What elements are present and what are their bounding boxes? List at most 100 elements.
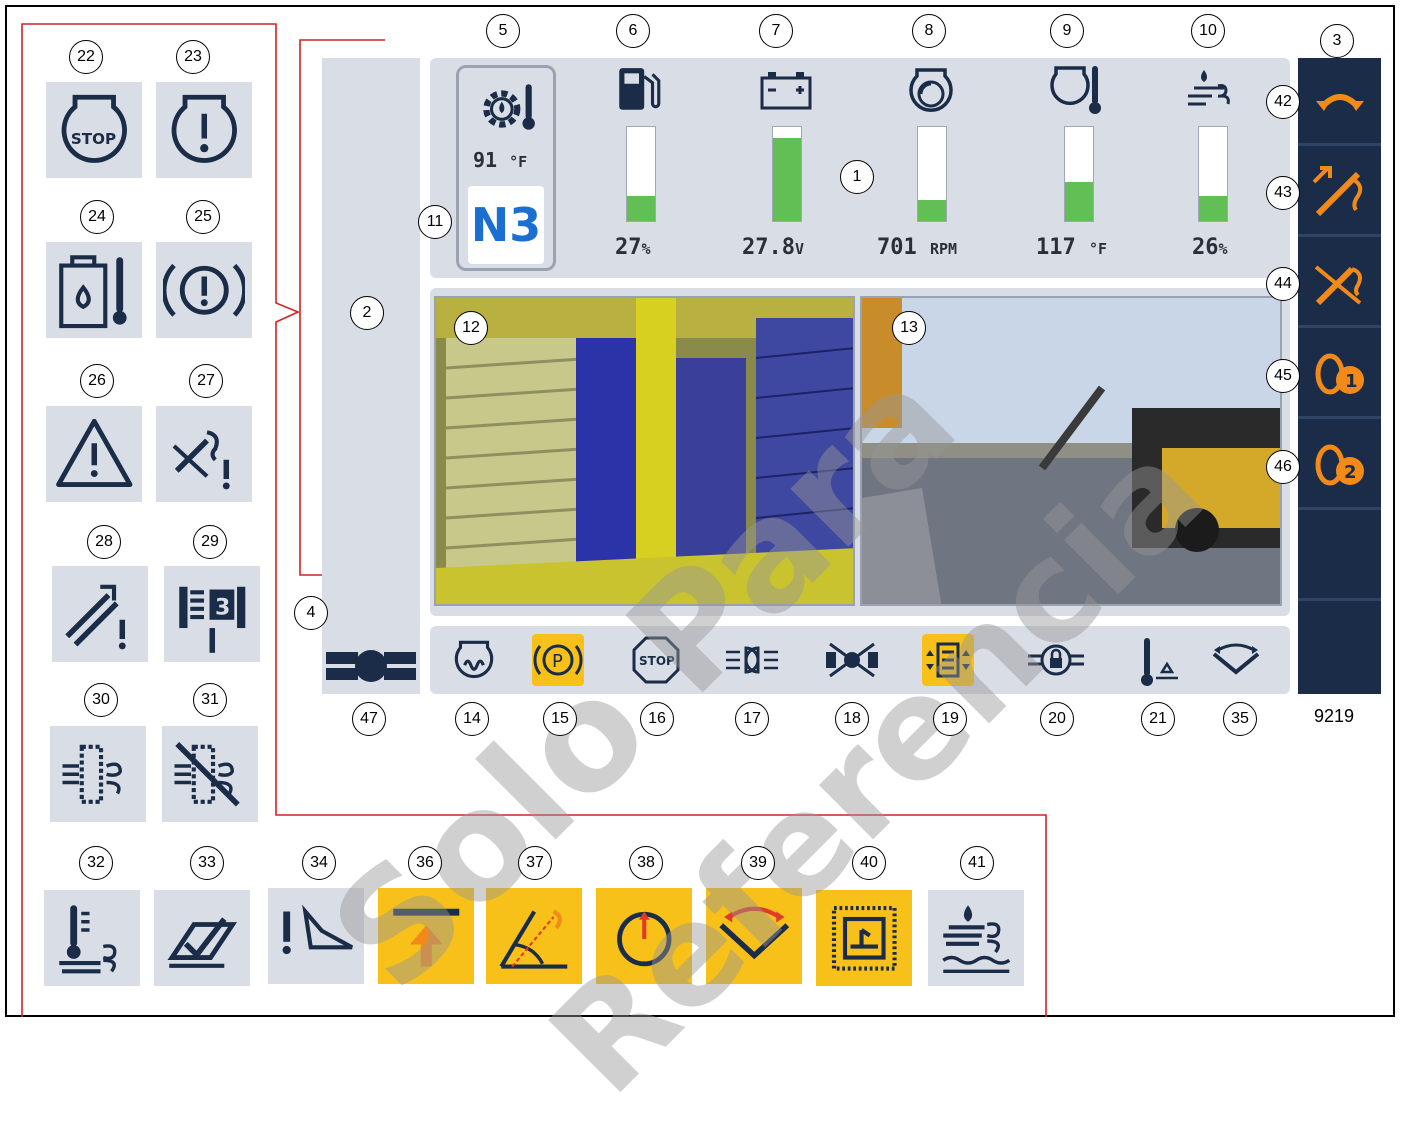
callout-37: 37	[518, 846, 552, 880]
transmission-temp-unit: °F	[509, 153, 528, 171]
callout-38: 38	[629, 846, 663, 880]
callout-40: 40	[852, 846, 886, 880]
boom-angle-icon	[499, 909, 568, 969]
tile-28	[52, 566, 148, 662]
callout-16: 16	[640, 702, 674, 736]
tile-27	[156, 406, 252, 502]
callout-30: 30	[84, 683, 118, 717]
callout-14: 14	[455, 702, 489, 736]
dpf-regeneration-icon	[62, 744, 122, 804]
exhaust-temp-icon	[58, 904, 117, 974]
coolant-temp-icon	[1050, 66, 1101, 114]
callout-34: 34	[302, 846, 336, 880]
winch-camera-view[interactable]	[434, 296, 855, 606]
winch-1-button[interactable]: 1	[1298, 331, 1381, 419]
general-warning-icon	[55, 418, 133, 487]
tile-40	[816, 890, 912, 986]
boom-telescope-button[interactable]	[1298, 149, 1381, 237]
left-status-column	[322, 58, 420, 694]
callout-25: 25	[186, 200, 220, 234]
battery-unit: V	[794, 240, 805, 258]
rpm-unit: RPM	[930, 240, 958, 258]
hook-block-warning-icon	[172, 429, 230, 490]
winch-camera-image	[436, 298, 853, 604]
callout-31: 31	[193, 683, 227, 717]
swing-rotate-button[interactable]	[1298, 58, 1381, 146]
tile-26	[46, 406, 142, 502]
callout-17: 17	[735, 702, 769, 736]
tile-24	[46, 242, 142, 338]
rail-empty-button-2[interactable]	[1298, 604, 1381, 692]
transmission-temp-readout: 91 °F	[473, 148, 527, 172]
callout-45: 45	[1266, 359, 1300, 393]
callout-5: 5	[486, 14, 520, 48]
rpm-gauge-readout: 701 RPM	[877, 235, 957, 260]
fuel-icon	[619, 68, 661, 110]
callout-22: 22	[69, 40, 103, 74]
callout-28: 28	[87, 525, 121, 559]
rear-camera-view[interactable]	[860, 296, 1282, 606]
rpm-gauge-fill	[918, 200, 946, 221]
camera-toggle-button[interactable]	[322, 638, 420, 694]
callout-18: 18	[835, 702, 869, 736]
figure-id: 9219	[1314, 706, 1355, 726]
svg-text:1: 1	[1345, 371, 1358, 392]
callout-9: 9	[1050, 14, 1084, 48]
engine-rpm-icon	[909, 68, 953, 113]
function-rail: 1 2	[1298, 58, 1381, 694]
def-value: 26	[1192, 235, 1219, 260]
tile-37	[486, 888, 582, 984]
battery-gauge-bar	[772, 126, 802, 222]
def-level-icon	[1188, 70, 1230, 106]
engine-warning-icon	[171, 94, 237, 163]
tile-29: 3	[164, 566, 260, 662]
tile-33	[154, 890, 250, 986]
tile-38	[596, 888, 692, 984]
tile-30	[50, 726, 146, 822]
gear-indicator: N3	[468, 186, 544, 264]
swing-range-icon	[719, 906, 789, 959]
callout-20: 20	[1040, 702, 1074, 736]
rail-empty-button-1[interactable]	[1298, 513, 1381, 601]
transmission-temp-value: 91	[473, 148, 498, 172]
tile-41	[928, 890, 1024, 986]
parking-brake-indicator: P	[532, 634, 584, 686]
callout-33: 33	[190, 846, 224, 880]
def-unit: %	[1218, 240, 1228, 258]
tile-31	[162, 726, 258, 822]
callout-47: 47	[352, 702, 386, 736]
headlights-indicator	[726, 646, 778, 674]
callout-27: 27	[189, 364, 223, 398]
fuel-value: 27	[615, 235, 642, 260]
callout-43: 43	[1266, 176, 1300, 210]
transmission-box: 91 °F N3	[456, 65, 556, 271]
callout-11: 11	[418, 205, 452, 239]
tile-22: STOP	[46, 82, 142, 178]
fuel-gauge-readout: 27%	[615, 235, 651, 260]
work-area-icon	[831, 905, 897, 971]
callout-7: 7	[759, 14, 793, 48]
gear-value: N3	[470, 198, 542, 252]
swing-lock-indicator	[1212, 643, 1260, 675]
winch-2-button[interactable]: 2	[1298, 422, 1381, 510]
svg-text:STOP: STOP	[71, 130, 116, 148]
outrigger-warning-icon	[282, 904, 353, 954]
callout-23: 23	[176, 40, 210, 74]
swing-indicator-icon	[616, 911, 672, 966]
camera-switch-icon	[326, 650, 416, 682]
callout-2: 2	[350, 296, 384, 330]
callout-21: 21	[1141, 702, 1175, 736]
hook-disable-button[interactable]	[1298, 240, 1381, 328]
callout-26: 26	[80, 364, 114, 398]
transmission-oil-temp-icon	[483, 84, 535, 130]
callout-29: 29	[193, 525, 227, 559]
callout-19: 19	[933, 702, 967, 736]
coolant-value: 117	[1036, 235, 1076, 260]
coolant-unit: °F	[1089, 240, 1108, 258]
callout-12: 12	[454, 311, 488, 345]
hook-disable-icon	[1314, 264, 1362, 305]
callout-35: 35	[1223, 702, 1257, 736]
coolant-gauge-readout: 117 °F	[1036, 235, 1107, 260]
callout-10: 10	[1191, 14, 1225, 48]
boom-extend-warning-icon	[65, 584, 126, 650]
